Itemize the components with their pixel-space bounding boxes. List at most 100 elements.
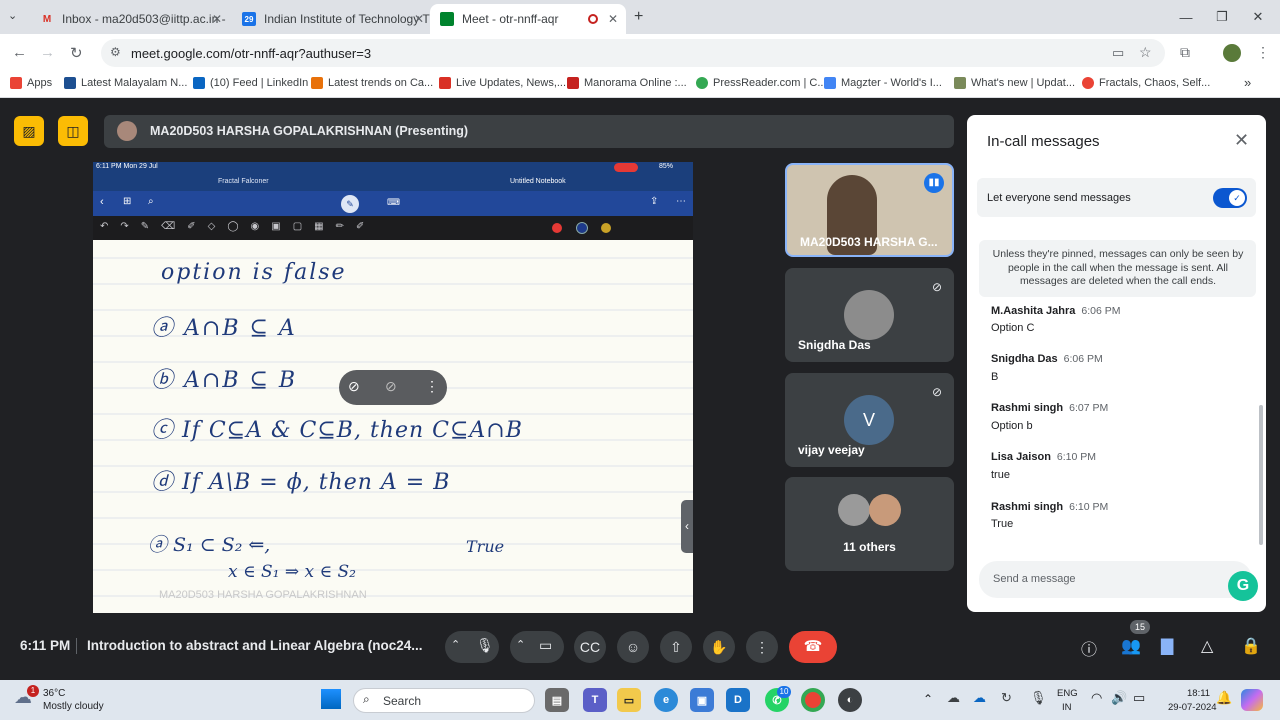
ipad-tab-right[interactable]: Untitled Notebook <box>510 178 566 185</box>
bookmark-fractals[interactable]: Fractals, Chaos, Self... <box>1082 77 1210 89</box>
more-options-icon[interactable]: ⋮ <box>746 631 778 663</box>
ipad-color-blue[interactable] <box>576 222 588 234</box>
store-icon[interactable]: ▣ <box>690 688 714 712</box>
language-1[interactable]: ENG <box>1057 688 1078 699</box>
grammarly-icon[interactable]: G <box>1228 571 1258 601</box>
bookmark-live-updates[interactable]: Live Updates, News,... <box>439 77 566 89</box>
task-view-icon[interactable]: ▤ <box>545 688 569 712</box>
url-text[interactable]: meet.google.com/otr-nnff-aqr?authuser=3 <box>131 46 371 61</box>
close-icon[interactable]: ✕ <box>212 12 222 26</box>
bookmark-whats-new[interactable]: What's new | Updat... <box>954 77 1075 89</box>
volume-icon[interactable]: 🔊 <box>1111 690 1127 706</box>
participant-tile-snigdha[interactable]: ⊘ Snigdha Das <box>785 268 954 362</box>
tray-overflow-icon[interactable]: ⌃ <box>923 692 933 706</box>
camera-icon[interactable]: ▭ <box>1112 45 1124 61</box>
forward-icon[interactable]: → <box>40 44 55 61</box>
ipad-pen-mode-icon[interactable]: ✎ <box>341 195 359 213</box>
pin-icon[interactable]: ⊘ <box>348 378 360 395</box>
tab-meet[interactable]: Meet - otr-nnff-aqr ✕ <box>430 4 626 34</box>
bookmark-trends[interactable]: Latest trends on Ca... <box>311 77 433 89</box>
ipad-back-icon[interactable]: ‹ <box>100 196 104 208</box>
bookmark-apps[interactable]: Apps <box>10 77 52 89</box>
footer-divider <box>76 638 77 654</box>
site-info-icon[interactable]: ⚙ <box>110 45 121 59</box>
ipad-grid-icon[interactable]: ⊞ <box>123 196 131 207</box>
onedrive-business-icon[interactable]: ☁ <box>973 690 986 706</box>
bookmarks-overflow-icon[interactable]: » <box>1244 75 1251 90</box>
close-icon[interactable]: ✕ <box>608 12 618 26</box>
host-controls-icon[interactable]: 🔒 <box>1241 636 1261 656</box>
stop-presenting-icon[interactable]: ▨ <box>14 116 44 146</box>
tab-search-button[interactable]: ⌄ <box>8 9 17 22</box>
note-option-a: ⓐ A∩B ⊆ A <box>151 316 297 341</box>
participant-tile-others[interactable]: 11 others <box>785 477 954 571</box>
language-2[interactable]: IN <box>1062 702 1072 713</box>
captions-icon[interactable]: CC <box>574 631 606 663</box>
battery-icon[interactable]: ▭ <box>1133 690 1145 706</box>
new-tab-button[interactable]: + <box>634 8 643 26</box>
bookmark-pressreader[interactable]: PressReader.com | C... <box>696 77 827 89</box>
activities-icon[interactable]: △ <box>1201 636 1213 656</box>
bookmark-malayalam[interactable]: Latest Malayalam N... <box>64 77 187 89</box>
mute-icon[interactable]: ⊘ <box>385 378 397 395</box>
back-icon[interactable]: ← <box>12 44 27 61</box>
ipad-color-yellow[interactable] <box>601 223 611 233</box>
ipad-color-red[interactable] <box>552 223 562 233</box>
close-icon[interactable]: ✕ <box>1234 130 1249 151</box>
ipad-tab-left[interactable]: Fractal Falconer <box>218 178 269 185</box>
app-icon[interactable]: ◐ <box>838 688 862 712</box>
info-icon[interactable]: ⓘ <box>1081 636 1097 660</box>
profile-avatar[interactable] <box>1223 44 1241 62</box>
bookmark-manorama[interactable]: Manorama Online :... <box>567 77 687 89</box>
emoji-icon[interactable]: ☺ <box>617 631 649 663</box>
ipad-search-icon[interactable]: ⌕ <box>148 196 154 207</box>
menu-icon[interactable]: ⋮ <box>1256 44 1270 61</box>
ipad-keyboard-icon[interactable]: ⌨ <box>387 197 400 208</box>
onedrive-icon[interactable]: ☁ <box>947 690 960 706</box>
notification-bell-icon[interactable]: 🔔 <box>1216 690 1232 706</box>
mic-icon[interactable]: 🎙 <box>476 637 494 654</box>
participant-tile-vijay[interactable]: V ⊘ vijay veejay <box>785 373 954 467</box>
teams-icon[interactable]: T <box>583 688 607 712</box>
mic-options-icon[interactable]: ⌃ <box>451 638 460 651</box>
tab-iit[interactable]: 29 Indian Institute of Technology T ✕ <box>232 4 432 34</box>
bookmark-magzter[interactable]: Magzter - World's I... <box>824 77 942 89</box>
bookmark-star-icon[interactable]: ☆ <box>1139 44 1152 61</box>
mic-tray-icon[interactable]: 🎙 <box>1030 690 1047 706</box>
ipad-more-icon[interactable]: ⋯ <box>676 196 686 207</box>
file-explorer-icon[interactable]: ▭ <box>617 688 641 712</box>
start-icon[interactable] <box>321 689 341 709</box>
taskbar-search-label[interactable]: Search <box>383 694 421 708</box>
taskbar-search[interactable] <box>353 688 535 713</box>
close-icon[interactable]: ✕ <box>414 12 424 26</box>
copilot-icon[interactable] <box>1241 689 1263 711</box>
reload-icon[interactable]: ↻ <box>70 44 83 62</box>
camera-icon[interactable]: ▭ <box>539 637 552 654</box>
dell-icon[interactable]: D <box>726 688 750 712</box>
collapse-panel-button[interactable]: ‹ <box>681 500 693 553</box>
clock-time[interactable]: 18:11 <box>1187 688 1210 699</box>
present-screen-icon[interactable]: ⇧ <box>660 631 692 663</box>
extensions-icon[interactable]: ⧉ <box>1180 44 1190 61</box>
ipad-share-icon[interactable]: ⇪ <box>650 196 658 207</box>
edge-icon[interactable]: e <box>654 688 678 712</box>
chrome-icon[interactable] <box>801 688 825 712</box>
sync-icon[interactable]: ↻ <box>1001 690 1012 706</box>
ipad-drawing-tools[interactable]: ↶↷✎⌫✐◇◯◉▣▢▦✏✐ <box>100 221 376 232</box>
people-icon[interactable]: 👥 <box>1121 636 1141 656</box>
leave-call-button[interactable]: ☎ <box>789 631 837 663</box>
clock-date[interactable]: 29-07-2024 <box>1168 702 1217 713</box>
camera-options-icon[interactable]: ⌃ <box>516 638 525 651</box>
bookmark-linkedin[interactable]: (10) Feed | LinkedIn <box>193 77 308 89</box>
participant-tile-presenter[interactable]: ▮▮ MA20D503 HARSHA G... <box>785 163 954 257</box>
chat-icon[interactable]: ▇ <box>1161 636 1173 656</box>
message-input[interactable]: Send a message <box>993 573 1076 585</box>
tab-gmail[interactable]: M Inbox - ma20d503@iittp.ac.in - ✕ <box>30 4 230 34</box>
messages-toggle[interactable]: ✓ <box>1213 188 1247 208</box>
more-options-icon[interactable]: ⋮ <box>425 378 439 395</box>
window-close-button[interactable]: ✕ <box>1235 0 1280 34</box>
wifi-icon[interactable]: ◠ <box>1091 690 1102 706</box>
chat-scrollbar[interactable] <box>1259 405 1263 545</box>
raise-hand-icon[interactable]: ✋ <box>703 631 735 663</box>
layout-icon[interactable]: ◫ <box>58 116 88 146</box>
